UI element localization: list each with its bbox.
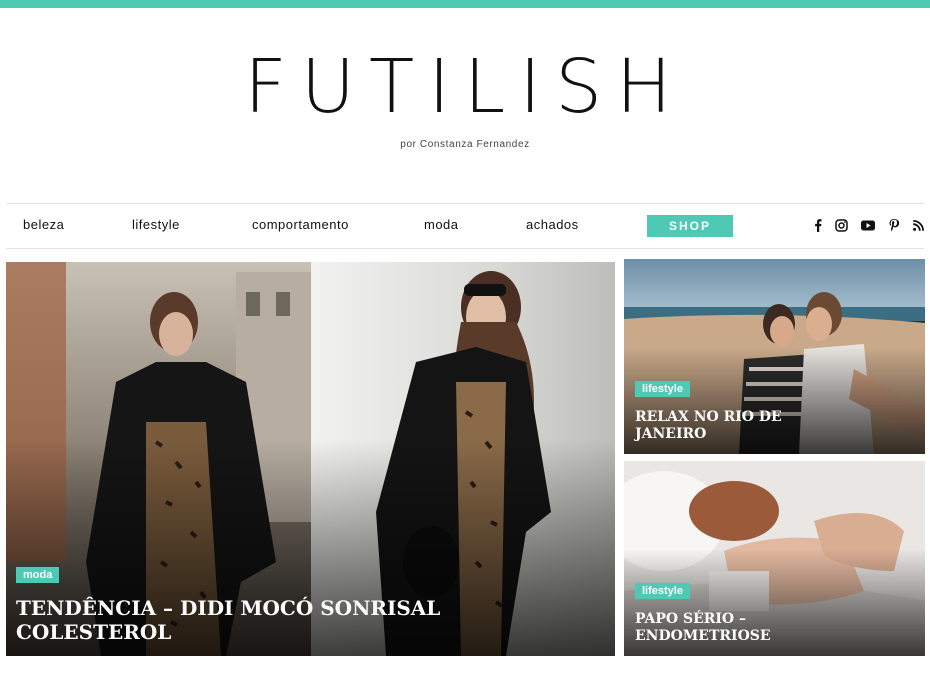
nav-item-beleza[interactable]: beleza [23, 217, 64, 232]
side-post-card-2[interactable]: lifestyle PAPO SÉRIO – ENDOMETRIOSE [624, 461, 925, 656]
featured-post-title[interactable]: TENDÊNCIA – DIDI MOCÓ SONRISAL COLESTERO… [16, 596, 486, 644]
facebook-icon[interactable] [811, 218, 825, 232]
side-post-tag-1[interactable]: lifestyle [635, 381, 690, 397]
featured-post-tag[interactable]: moda [16, 567, 60, 583]
youtube-icon[interactable] [861, 218, 875, 232]
side-post-title-2[interactable]: PAPO SÉRIO – ENDOMETRIOSE [635, 611, 825, 645]
side-post-title-1[interactable]: RELAX NO RIO DE JANEIRO [635, 409, 825, 443]
nav-item-moda[interactable]: moda [424, 217, 459, 232]
featured-post-card[interactable]: moda TENDÊNCIA – DIDI MOCÓ SONRISAL COLE… [6, 262, 615, 656]
rss-icon[interactable] [911, 218, 925, 232]
shop-button[interactable]: SHOP [647, 215, 733, 237]
main-nav: beleza lifestyle comportamento moda acha… [6, 204, 924, 248]
site-logo[interactable]: FUTILISH [0, 50, 930, 124]
side-post-card-1[interactable]: lifestyle RELAX NO RIO DE JANEIRO [624, 259, 925, 454]
pinterest-icon[interactable] [887, 218, 901, 232]
top-accent-bar [0, 0, 930, 8]
side-post-tag-2[interactable]: lifestyle [635, 583, 690, 599]
nav-bottom-divider [6, 248, 924, 249]
site-byline: por Constanza Fernandez [400, 139, 530, 150]
instagram-icon[interactable] [834, 218, 848, 232]
nav-item-comportamento[interactable]: comportamento [252, 217, 349, 232]
nav-item-lifestyle[interactable]: lifestyle [132, 217, 180, 232]
nav-item-achados[interactable]: achados [526, 217, 579, 232]
